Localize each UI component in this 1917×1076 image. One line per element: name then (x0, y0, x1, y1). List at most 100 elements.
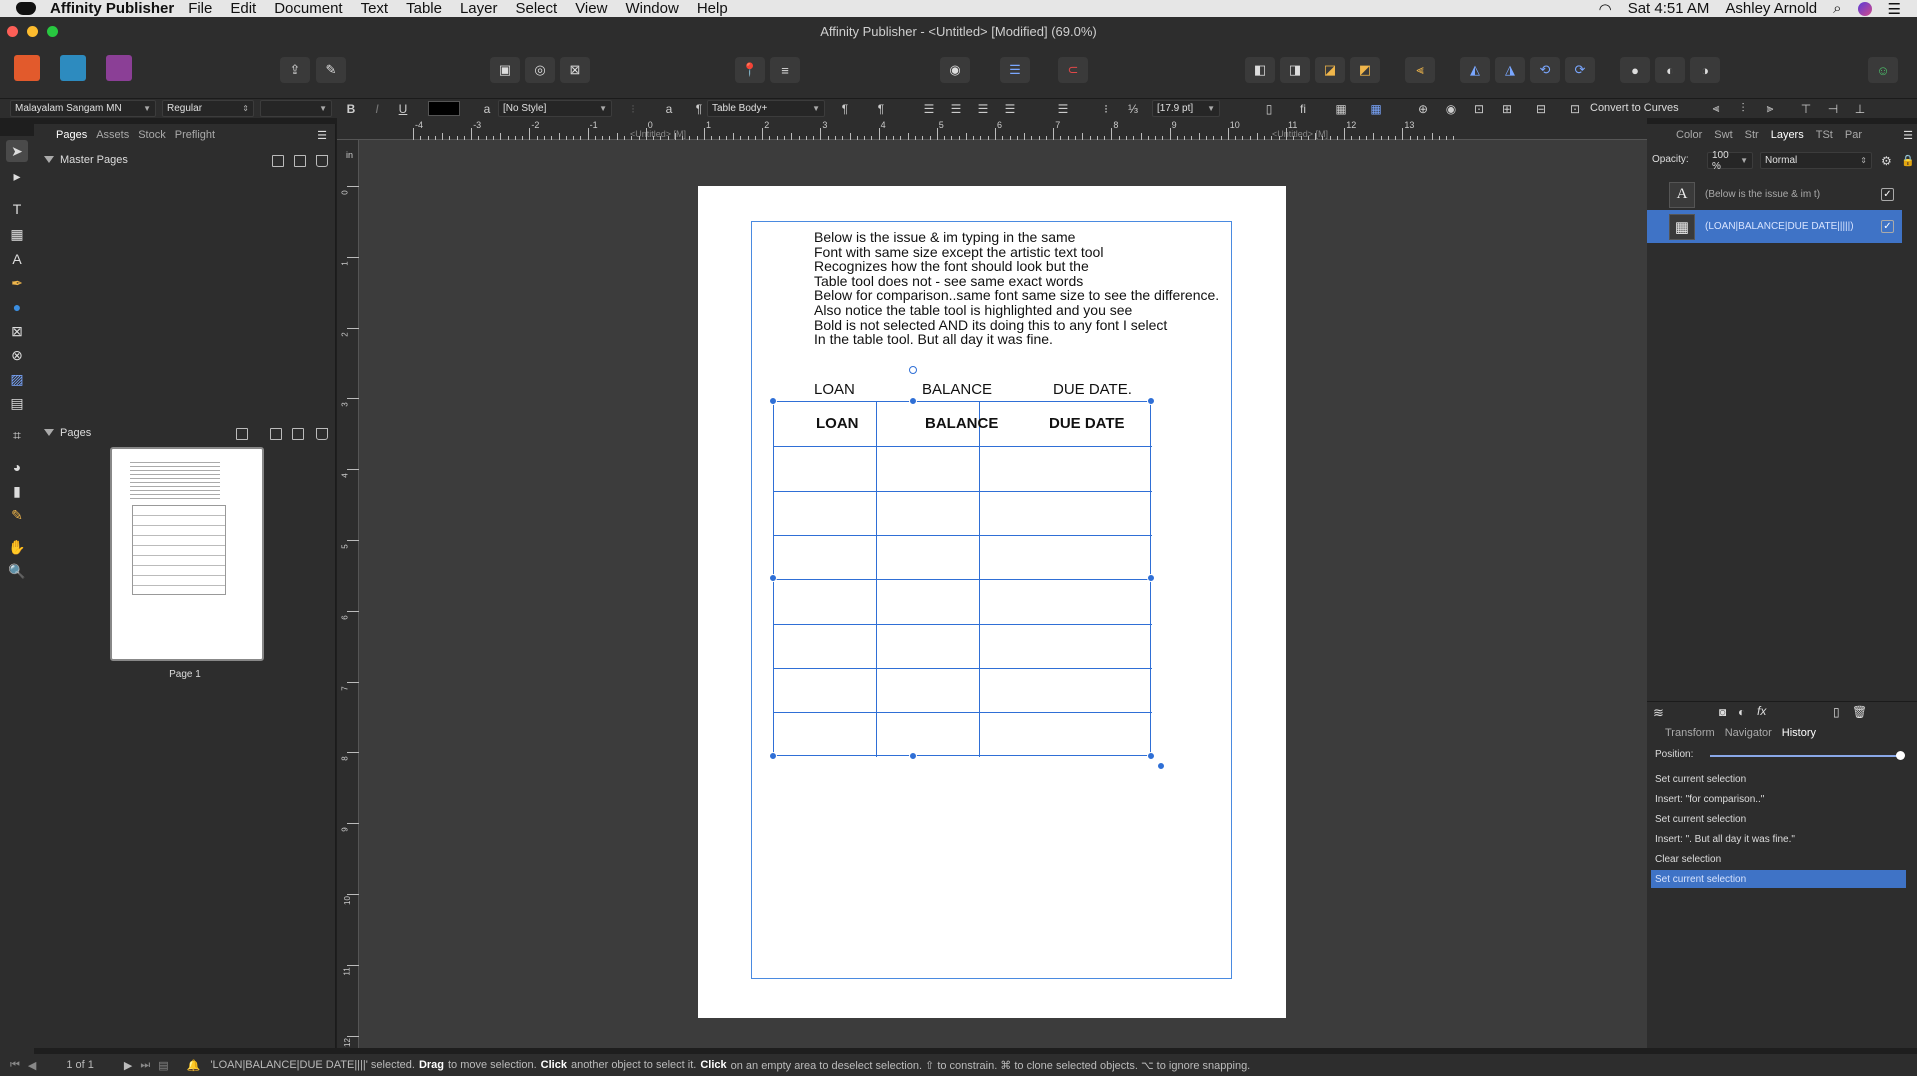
transparency-tool-icon[interactable]: ▮ (6, 480, 28, 502)
text-wrap-icon[interactable]: ≡ (770, 57, 800, 83)
tab-stroke[interactable]: Str (1745, 129, 1759, 141)
selection-handle[interactable] (769, 574, 777, 582)
master-pages-options-icon[interactable] (272, 155, 284, 167)
document-text-line[interactable]: Bold is not selected AND its doing this … (814, 317, 1167, 333)
shape-tool-icon[interactable]: ● (6, 296, 28, 318)
preflight-icon[interactable]: ✎ (316, 57, 346, 83)
designer-persona-icon[interactable] (60, 55, 86, 81)
selection-handle[interactable] (909, 752, 917, 760)
tab-paragraph[interactable]: Par (1845, 129, 1862, 141)
vertical-align-icon[interactable]: ☰ (1052, 100, 1074, 117)
table-header-due-date[interactable]: DUE DATE (1049, 415, 1125, 432)
bold-button[interactable]: B (340, 100, 362, 117)
menu-help[interactable]: Help (697, 0, 728, 17)
numbered-list-icon[interactable]: ⅓ (1122, 100, 1144, 117)
rotate-left-icon[interactable]: ⟲ (1530, 57, 1560, 83)
account-icon[interactable]: ☺ (1868, 57, 1898, 83)
selection-handle[interactable] (769, 752, 777, 760)
photo-persona-icon[interactable] (106, 55, 132, 81)
siri-icon[interactable] (1857, 1, 1872, 16)
align-left-icon[interactable]: ⫷ (1405, 57, 1435, 83)
tab-color[interactable]: Color (1676, 129, 1702, 141)
first-page-icon[interactable]: ⏮ (10, 1059, 20, 1072)
boolean-intersect-icon[interactable]: ◑ (1690, 57, 1720, 83)
arrange-back-icon[interactable]: ◧ (1245, 57, 1275, 83)
adjustment-icon[interactable]: ◐ (1738, 705, 1745, 719)
artistic-header-balance[interactable]: BALANCE (922, 381, 992, 398)
history-item[interactable]: Set current selection (1651, 770, 1906, 788)
tab-stock[interactable]: Stock (138, 129, 166, 141)
panel-menu-icon[interactable]: ☰ (1903, 129, 1913, 142)
tab-layers[interactable]: Layers (1771, 129, 1804, 141)
align-objects-middle-icon[interactable]: ⊣ (1822, 100, 1844, 117)
page-thumbnail[interactable] (110, 447, 264, 661)
ellipse-frame-tool-icon[interactable]: ⊗ (6, 344, 28, 366)
tab-pages[interactable]: Pages (56, 129, 87, 141)
linked-frame-tool-icon[interactable]: ▤ (6, 392, 28, 414)
previous-page-icon[interactable]: ◀ (28, 1059, 36, 1072)
boolean-subtract-icon[interactable]: ◐ (1655, 57, 1685, 83)
reset-transform-icon[interactable]: ⊟ (1530, 100, 1552, 117)
publisher-persona-icon[interactable] (14, 55, 40, 81)
arrange-forward-icon[interactable]: ◪ (1315, 57, 1345, 83)
align-text-right-icon[interactable]: ☰ (972, 100, 994, 117)
text-frame-icon[interactable]: ▯ (1258, 100, 1280, 117)
artistic-header-loan[interactable]: LOAN (814, 381, 855, 398)
selection-handle[interactable] (1147, 397, 1155, 405)
table-tool-icon[interactable]: ▦ (6, 223, 28, 245)
history-item[interactable]: Clear selection (1651, 850, 1906, 868)
size-icon[interactable]: ⊞ (1496, 100, 1518, 117)
arrange-front-icon[interactable]: ◩ (1350, 57, 1380, 83)
selection-handle[interactable] (769, 397, 777, 405)
justify-text-icon[interactable]: ☰ (999, 100, 1021, 117)
font-family-select[interactable]: Malayalam Sangam MN ▼ (10, 100, 156, 117)
vertical-ruler[interactable] (337, 140, 359, 1048)
blend-mode-select[interactable]: Normal ⇕ (1760, 152, 1872, 169)
align-objects-left-icon[interactable]: ⫷ (1705, 100, 1727, 117)
menu-window[interactable]: Window (625, 0, 678, 17)
menu-view[interactable]: View (575, 0, 607, 17)
layer-row-table[interactable]: ▦ (LOAN|BALANCE|DUE DATE|||||) ✓ (1647, 210, 1902, 243)
lock-icon[interactable]: 🔒 (1901, 154, 1915, 167)
duplicate-page-icon[interactable] (292, 428, 304, 440)
flip-vertical-icon[interactable]: ◮ (1495, 57, 1525, 83)
flip-horizontal-icon[interactable]: ◭ (1460, 57, 1490, 83)
layer-visibility-checkbox[interactable]: ✓ (1881, 220, 1894, 233)
italic-button[interactable]: I (366, 100, 388, 117)
align-objects-center-icon[interactable]: ⫶ (1732, 100, 1754, 117)
align-objects-bottom-icon[interactable]: ⊥ (1849, 100, 1871, 117)
history-item[interactable]: Set current selection (1651, 870, 1906, 888)
fill-tool-icon[interactable]: ◕ (6, 456, 28, 478)
pages-options-icon[interactable] (236, 428, 248, 440)
spotlight-icon[interactable]: ⌕ (1833, 0, 1841, 17)
menu-edit[interactable]: Edit (230, 0, 256, 17)
boolean-add-icon[interactable]: ● (1620, 57, 1650, 83)
tab-transform[interactable]: Transform (1665, 727, 1715, 739)
document-text-line[interactable]: Below for comparison..same font same siz… (814, 287, 1219, 303)
show-special-chars-icon[interactable]: ¶ (870, 100, 892, 117)
artistic-text-tool-icon[interactable]: A (6, 248, 28, 270)
tab-navigator[interactable]: Navigator (1725, 727, 1772, 739)
history-item[interactable]: Insert: "for comparison.." (1651, 790, 1906, 808)
add-page-icon[interactable] (270, 428, 282, 440)
master-page-icon[interactable]: ⊠ (560, 57, 590, 83)
history-item[interactable]: Insert: ". But all day it was fine." (1651, 830, 1906, 848)
frame-text-tool-icon[interactable]: T (6, 198, 28, 220)
table-header-balance[interactable]: BALANCE (925, 415, 998, 432)
panel-menu-icon[interactable]: ☰ (317, 129, 327, 142)
table-format-icon[interactable]: ▦ (1330, 100, 1352, 117)
rotation-handle[interactable] (909, 366, 917, 374)
document-text-line[interactable]: Font with same size except the artistic … (814, 244, 1103, 260)
history-item[interactable]: Set current selection (1651, 810, 1906, 828)
close-window-button[interactable] (7, 26, 18, 37)
wifi-icon[interactable]: ◠ (1599, 0, 1612, 18)
picture-frame-tool-icon[interactable]: ⊠ (6, 320, 28, 342)
menu-file[interactable]: File (188, 0, 212, 17)
arrange-backward-icon[interactable]: ◨ (1280, 57, 1310, 83)
baseline-grid-icon[interactable]: ☰ (1000, 57, 1030, 83)
tab-history[interactable]: History (1782, 727, 1816, 739)
page-options-icon[interactable]: ▤ (158, 1059, 168, 1072)
layer-row-text[interactable]: A (Below is the issue & im t) ✓ (1647, 178, 1902, 211)
text-color-swatch[interactable] (428, 101, 460, 116)
align-text-left-icon[interactable]: ☰ (918, 100, 940, 117)
